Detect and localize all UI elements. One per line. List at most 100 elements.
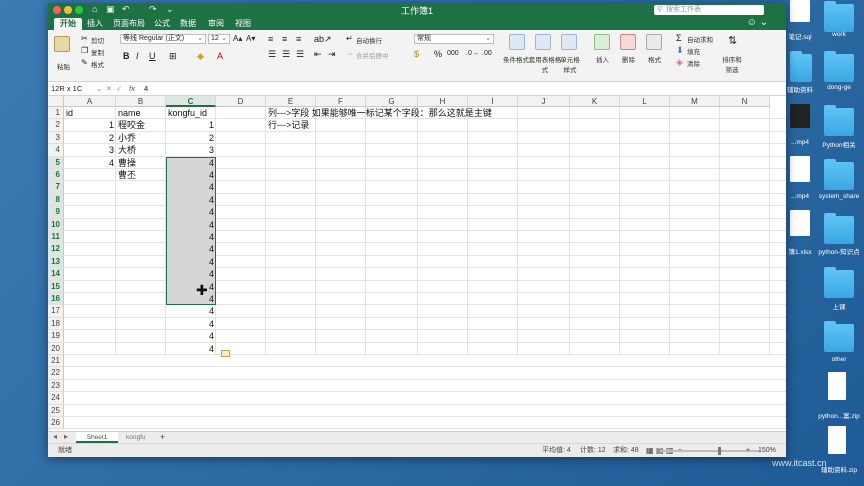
cell-b5[interactable]: 曹操 [116, 157, 138, 169]
cancel-entry-icon[interactable]: ✕ [106, 84, 112, 93]
tab-view[interactable]: 视图 [229, 18, 257, 30]
font-name-select[interactable]: 等线 Regular (正文) ⌄ [120, 34, 206, 44]
cell-c14[interactable]: 4 [166, 268, 216, 280]
cell-b3[interactable]: 小乔 [116, 132, 138, 144]
cell-c5[interactable]: 4 [166, 157, 216, 169]
row-header-18[interactable]: 18 [48, 317, 64, 331]
insert-cells-icon[interactable] [594, 34, 610, 50]
row-header-12[interactable]: 12 [48, 243, 64, 256]
zoom-slider[interactable] [660, 450, 760, 452]
column-header-n[interactable]: N [720, 96, 770, 107]
decrease-font-icon[interactable]: A▾ [246, 34, 255, 44]
align-center-icon[interactable]: ☰ [282, 49, 290, 59]
row-header-1[interactable]: 1 [48, 107, 64, 120]
normal-view-icon[interactable]: ▦ [646, 444, 654, 457]
row-header-21[interactable]: 21 [48, 355, 64, 368]
row-header-4[interactable]: 4 [48, 144, 64, 157]
cell-c20[interactable]: 4 [166, 343, 216, 355]
row-header-17[interactable]: 17 [48, 305, 64, 318]
align-bottom-icon[interactable]: ≡ [296, 34, 301, 44]
cell-styles-button[interactable]: 单元格样式 [558, 54, 582, 74]
cut-button[interactable]: 剪切 [91, 35, 104, 45]
cell-c2[interactable]: 1 [166, 119, 216, 131]
zoom-in-icon[interactable]: + [746, 444, 750, 457]
search-sheet-input[interactable]: ⚲ 搜索工作表 [654, 5, 764, 15]
sql-file-icon[interactable] [790, 0, 810, 22]
zip-file-icon[interactable] [828, 372, 846, 400]
align-middle-icon[interactable]: ≡ [282, 34, 287, 44]
copy-button[interactable]: 复制 [91, 47, 104, 57]
select-all-corner[interactable] [48, 96, 64, 107]
tab-insert[interactable]: 插入 [81, 18, 109, 30]
column-header-i[interactable]: I [468, 96, 518, 107]
cell-c3[interactable]: 2 [166, 132, 216, 144]
cell-a3[interactable]: 2 [64, 132, 116, 144]
cell-c4[interactable]: 3 [166, 144, 216, 156]
row-header-14[interactable]: 14 [48, 268, 64, 281]
column-header-h[interactable]: H [418, 96, 468, 107]
xlsx-file-icon[interactable] [790, 210, 810, 236]
column-header-e[interactable]: E [266, 96, 316, 107]
autosum-button[interactable]: 自动求和 [687, 34, 713, 44]
cell-c10[interactable]: 4 [166, 219, 216, 231]
merge-icon[interactable]: ⇔ [346, 49, 354, 59]
merge-center-button[interactable]: 合并后居中 [356, 50, 389, 60]
eraser-icon[interactable]: ◈ [676, 57, 683, 67]
row-header-22[interactable]: 22 [48, 367, 64, 380]
cell-c16[interactable]: 4 [166, 293, 216, 305]
conditional-format-button[interactable]: 条件格式 [503, 54, 529, 64]
video-file-icon[interactable] [790, 104, 810, 128]
confirm-entry-icon[interactable]: ✓ [116, 84, 122, 93]
column-header-l[interactable]: L [620, 96, 670, 107]
italic-button[interactable]: I [136, 51, 139, 61]
cell-c15[interactable]: 4 [166, 281, 216, 293]
next-sheet-icon[interactable]: ▸ [64, 432, 68, 441]
fill-button[interactable]: 填充 [687, 46, 700, 56]
column-header-f[interactable]: F [316, 96, 366, 107]
insert-button[interactable]: 插入 [596, 54, 609, 64]
wrap-text-button[interactable]: 自动换行 [356, 35, 382, 45]
thousands-button[interactable]: 000 [447, 49, 459, 59]
cell-e1[interactable]: 列--->字段 如果能够唯一标记某个字段：那么这就是主键 [266, 107, 494, 119]
tab-home[interactable]: 开始 [54, 18, 82, 30]
row-header-13[interactable]: 13 [48, 255, 64, 269]
cell-c19[interactable]: 4 [166, 330, 216, 342]
column-header-a[interactable]: A [64, 96, 116, 107]
cell-b1[interactable]: name [116, 107, 143, 119]
cell-c13[interactable]: 4 [166, 256, 216, 268]
folder-icon[interactable] [790, 51, 812, 82]
cell-c1[interactable]: kongfu_id [166, 107, 209, 119]
zip-file-icon[interactable] [828, 426, 846, 454]
row-header-15[interactable]: 15 [48, 280, 64, 293]
cell-c7[interactable]: 4 [166, 181, 216, 193]
scissors-icon[interactable]: ✂ [81, 34, 88, 44]
delete-cells-icon[interactable] [620, 34, 636, 50]
paste-icon[interactable] [54, 36, 70, 52]
cell-c11[interactable]: 4 [166, 231, 216, 243]
paste-options-icon[interactable] [221, 350, 230, 357]
folder-icon[interactable] [824, 1, 854, 32]
format-button[interactable]: 格式 [648, 54, 661, 64]
cell-a2[interactable]: 1 [64, 119, 116, 131]
align-top-icon[interactable]: ≡ [268, 34, 273, 44]
cell-c9[interactable]: 4 [166, 206, 216, 218]
cell-b4[interactable]: 大桥 [116, 144, 138, 156]
cell-a1[interactable]: id [64, 107, 75, 119]
name-box-dropdown-icon[interactable]: ⌄ [96, 84, 102, 93]
zoom-slider-thumb[interactable] [718, 447, 721, 455]
autosum-icon[interactable]: Σ [676, 33, 682, 43]
tab-review[interactable]: 审阅 [202, 18, 230, 30]
cell-b2[interactable]: 程咬金 [116, 119, 147, 131]
cell-styles-icon[interactable] [561, 34, 577, 50]
formula-input[interactable]: 4 [144, 84, 148, 93]
row-header-9[interactable]: 9 [48, 206, 64, 219]
folder-icon[interactable] [824, 213, 854, 244]
clear-button[interactable]: 清除 [687, 58, 700, 68]
fill-color-icon[interactable]: ◆ [197, 51, 204, 61]
sheet-tab-active[interactable]: Sheet1 [76, 432, 118, 443]
format-painter-button[interactable]: 格式 [91, 59, 104, 69]
folder-icon[interactable] [824, 321, 854, 352]
sort-filter-button[interactable]: 排序和筛选 [721, 54, 743, 74]
format-as-table-icon[interactable] [535, 34, 551, 50]
delete-button[interactable]: 删除 [622, 54, 635, 64]
